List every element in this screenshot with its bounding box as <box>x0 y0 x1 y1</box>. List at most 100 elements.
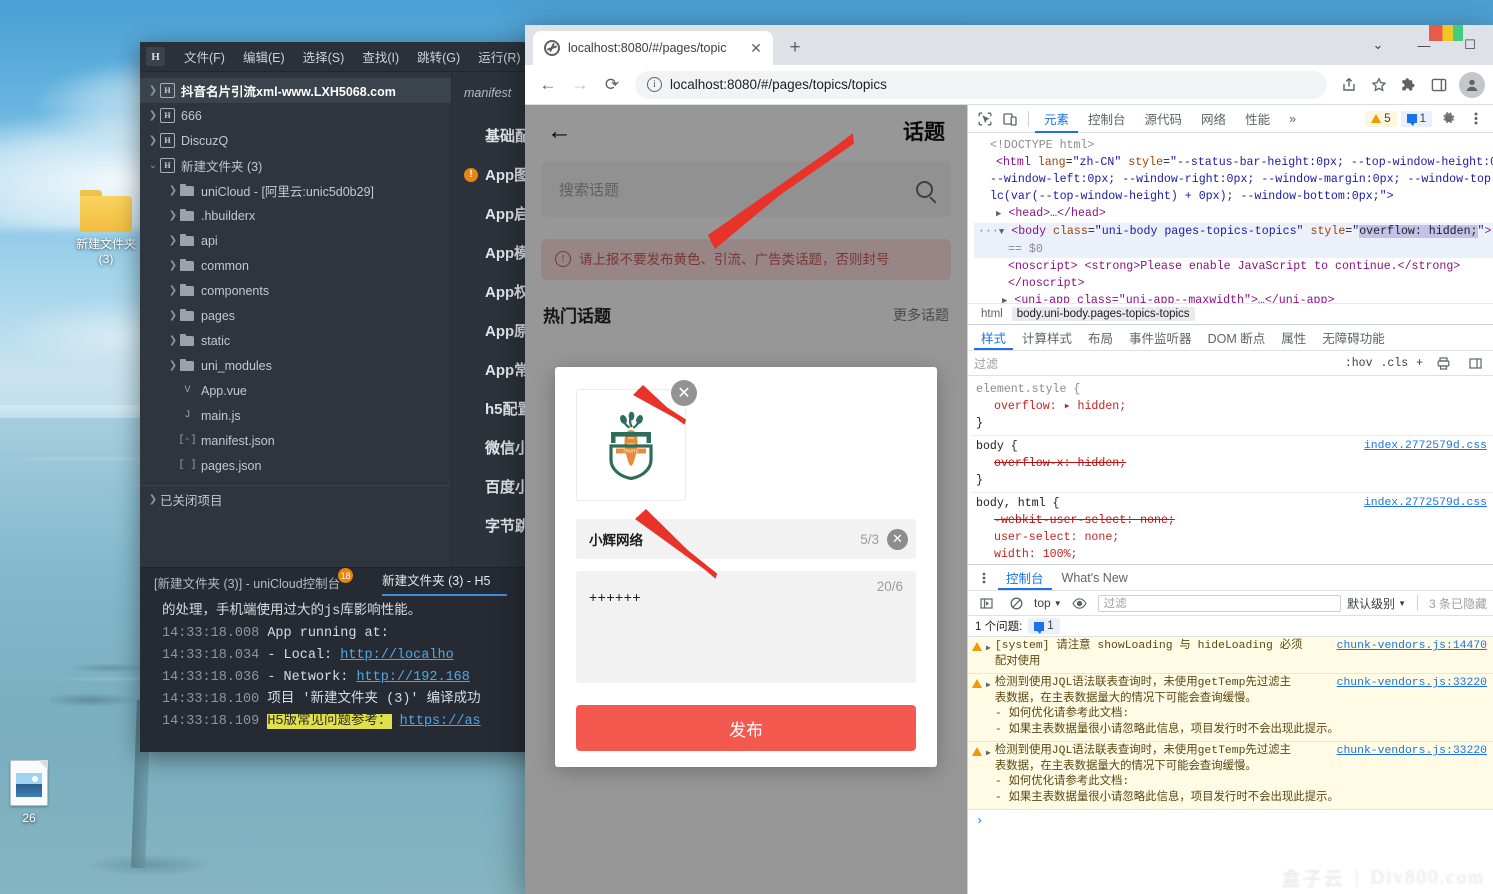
menu-file[interactable]: 文件(F) <box>175 47 234 66</box>
css-rule-source[interactable]: index.2772579d.css <box>1364 495 1487 512</box>
device-toolbar-icon[interactable] <box>998 107 1022 131</box>
tab-network[interactable]: 网络 <box>1192 105 1235 133</box>
topic-description-field[interactable]: 20/6 ++++++ <box>576 571 916 683</box>
chevron-right-icon[interactable]: ❯ <box>166 185 180 196</box>
css-declaration[interactable]: user-select: none; <box>976 529 1487 546</box>
warning-count-chip[interactable]: 5 <box>1365 111 1396 127</box>
chevron-right-icon[interactable]: ❯ <box>166 335 180 346</box>
close-icon[interactable]: ✕ <box>747 39 765 57</box>
chevron-right-icon[interactable]: ❯ <box>166 235 180 246</box>
publish-topic-modal[interactable]: FRUITS ✕ 小辉网络 5/3 ✕ 20/6 ++++++ 发布 <box>555 367 937 767</box>
expand-arrow-icon[interactable]: ▶ <box>986 641 991 670</box>
tab-elements[interactable]: 元素 <box>1035 105 1078 133</box>
console-toolbar[interactable]: top ▼ 过滤 默认级别 ▼ 3 条已隐藏 <box>968 591 1493 616</box>
tree-item[interactable]: ❯.hbuilderx <box>140 203 451 228</box>
chrome-toolbar[interactable]: ← → ⟳ i localhost:8080/#/pages/topics/to… <box>525 65 1493 105</box>
closed-projects-row[interactable]: ❯ 已关闭项目 <box>140 486 451 512</box>
css-declaration[interactable]: width: 100%; <box>976 546 1487 563</box>
site-info-icon[interactable]: i <box>647 77 662 92</box>
tree-item[interactable]: [◦]manifest.json <box>140 428 451 453</box>
chevron-right-icon[interactable]: ❯ <box>166 360 180 371</box>
styles-tab-dom-breakpoints[interactable]: DOM 断点 <box>1201 325 1273 350</box>
styles-tab-computed[interactable]: 计算样式 <box>1015 325 1079 350</box>
drawer-kebab-icon[interactable] <box>972 566 996 590</box>
console-message-source[interactable]: chunk-vendors.js:14470 <box>1337 639 1487 655</box>
breadcrumb-html[interactable]: html <box>976 307 1008 321</box>
tree-item[interactable]: ⌄H新建文件夹 (3) <box>140 153 451 178</box>
chrome-browser-window[interactable]: localhost:8080/#/pages/topic ✕ + ⌄ — ☐ ←… <box>525 25 1493 894</box>
menu-goto[interactable]: 跳转(G) <box>408 47 469 66</box>
console-drawer[interactable]: 控制台 What's New top ▼ <box>968 564 1493 894</box>
tree-item[interactable]: ❯common <box>140 253 451 278</box>
css-rule[interactable]: element.style {overflow: ▸ hidden;} <box>972 379 1493 436</box>
tree-item[interactable]: ❯H抖音名片引流xml-www.LXH5068.com <box>140 78 451 103</box>
css-rule[interactable]: index.2772579d.cssbody {overflow-x: hidd… <box>972 436 1493 493</box>
chevron-down-icon[interactable]: ⌄ <box>1355 25 1401 65</box>
console-sidebar-icon[interactable] <box>974 591 998 615</box>
chevron-right-icon[interactable]: ❯ <box>146 110 160 121</box>
console-tab-h5[interactable]: 新建文件夹 (3) - H5 <box>382 570 506 596</box>
tab-performance[interactable]: 性能 <box>1236 105 1279 133</box>
console-tab-unicloud[interactable]: [新建文件夹 (3)] - uniCloud控制台 18 <box>154 573 356 592</box>
toggle-print-media-icon[interactable] <box>1431 351 1455 375</box>
menu-select[interactable]: 选择(S) <box>294 47 354 66</box>
styles-tab-properties[interactable]: 属性 <box>1274 325 1313 350</box>
tree-item[interactable]: ❯static <box>140 328 451 353</box>
tree-item[interactable]: ❯uni_modules <box>140 353 451 378</box>
console-message[interactable]: ▶[system] 请注意 showLoading 与 hideLoading … <box>968 637 1493 674</box>
desktop-icon-image[interactable]: 26 <box>0 760 75 826</box>
tree-item[interactable]: ❯components <box>140 278 451 303</box>
dom-body-node[interactable]: ···▼ <body class="uni-body pages-topics-… <box>974 223 1493 241</box>
gear-icon[interactable] <box>1436 107 1460 131</box>
clear-console-icon[interactable] <box>1004 591 1028 615</box>
tree-item[interactable]: ❯pages <box>140 303 451 328</box>
css-rules-list[interactable]: element.style {overflow: ▸ hidden;}index… <box>968 376 1493 564</box>
chevron-right-icon[interactable]: ❯ <box>166 310 180 321</box>
star-icon[interactable] <box>1365 71 1393 99</box>
tab-more[interactable]: » <box>1280 105 1305 133</box>
dom-breadcrumb[interactable]: html body.uni-body.pages-topics-topics <box>968 303 1493 324</box>
chevron-down-icon[interactable]: ⌄ <box>146 160 160 171</box>
css-declaration[interactable]: -webkit-user-select: none; <box>976 512 1487 529</box>
computed-sidebar-icon[interactable] <box>1463 351 1487 375</box>
styles-pane-tabs[interactable]: 样式 计算样式 布局 事件监听器 DOM 断点 属性 无障碍功能 <box>968 324 1493 351</box>
back-button[interactable]: ← <box>533 70 563 100</box>
chrome-tabstrip[interactable]: localhost:8080/#/pages/topic ✕ + ⌄ — ☐ <box>525 25 1493 65</box>
chevron-right-icon[interactable]: ❯ <box>166 210 180 221</box>
css-selector[interactable]: element.style { <box>976 381 1487 398</box>
image-upload-preview[interactable]: FRUITS ✕ <box>576 389 686 501</box>
console-prompt[interactable]: › <box>968 810 1493 834</box>
remove-image-button[interactable]: ✕ <box>671 380 697 406</box>
breadcrumb-body[interactable]: body.uni-body.pages-topics-topics <box>1012 307 1195 321</box>
tree-item[interactable]: ❯HDiscuzQ <box>140 128 451 153</box>
css-rule-source[interactable]: index.2772579d.css <box>1364 438 1487 455</box>
css-declaration[interactable]: overflow-x: hidden; <box>976 455 1487 472</box>
chevron-right-icon[interactable]: ❯ <box>146 85 160 96</box>
address-bar[interactable]: i localhost:8080/#/pages/topics/topics <box>635 71 1327 99</box>
console-filter-input[interactable]: 过滤 <box>1098 595 1341 612</box>
dom-uniapp-node[interactable]: ▶ <uni-app class="uni-app--maxwidth">…</… <box>974 292 1493 303</box>
drawer-tab-console[interactable]: 控制台 <box>998 565 1052 590</box>
console-message[interactable]: ▶检测到使用JQL语法联表查询时，未使用getTemp先过滤主chunk-ven… <box>968 674 1493 742</box>
profile-avatar[interactable] <box>1459 72 1485 98</box>
styles-tab-layout[interactable]: 布局 <box>1081 325 1120 350</box>
chevron-right-icon[interactable]: ❯ <box>146 135 160 146</box>
kebab-menu-icon[interactable] <box>1464 107 1488 131</box>
log-link[interactable]: http://192.168 <box>356 670 469 685</box>
tree-item[interactable]: VApp.vue <box>140 378 451 403</box>
page-viewport[interactable]: ← 话题 搜索话题 ! 请上报不要发布黄色、引流、广告类话题，否则封号 热门话题… <box>525 105 967 894</box>
live-expression-icon[interactable] <box>1068 591 1092 615</box>
css-declaration[interactable]: overflow: ▸ hidden; <box>976 398 1487 415</box>
browser-tab[interactable]: localhost:8080/#/pages/topic ✕ <box>533 31 773 65</box>
window-controls[interactable]: ⌄ — ☐ <box>1355 25 1493 65</box>
topic-title-field[interactable]: 小辉网络 5/3 ✕ <box>576 519 916 559</box>
devtools-panel[interactable]: 元素 控制台 源代码 网络 性能 » 5 1 <box>967 105 1493 894</box>
new-style-rule-button[interactable]: + <box>1416 357 1423 370</box>
reload-button[interactable]: ⟳ <box>597 70 627 100</box>
devtools-toolbar[interactable]: 元素 控制台 源代码 网络 性能 » 5 1 <box>968 105 1493 133</box>
tree-item[interactable]: ❯uniCloud - [阿里云:unic5d0b29] <box>140 178 451 203</box>
share-icon[interactable] <box>1335 71 1363 99</box>
styles-filter-input[interactable]: 过滤 <box>974 355 1337 372</box>
console-message-source[interactable]: chunk-vendors.js:33220 <box>1337 744 1487 760</box>
new-tab-button[interactable]: + <box>781 34 809 62</box>
